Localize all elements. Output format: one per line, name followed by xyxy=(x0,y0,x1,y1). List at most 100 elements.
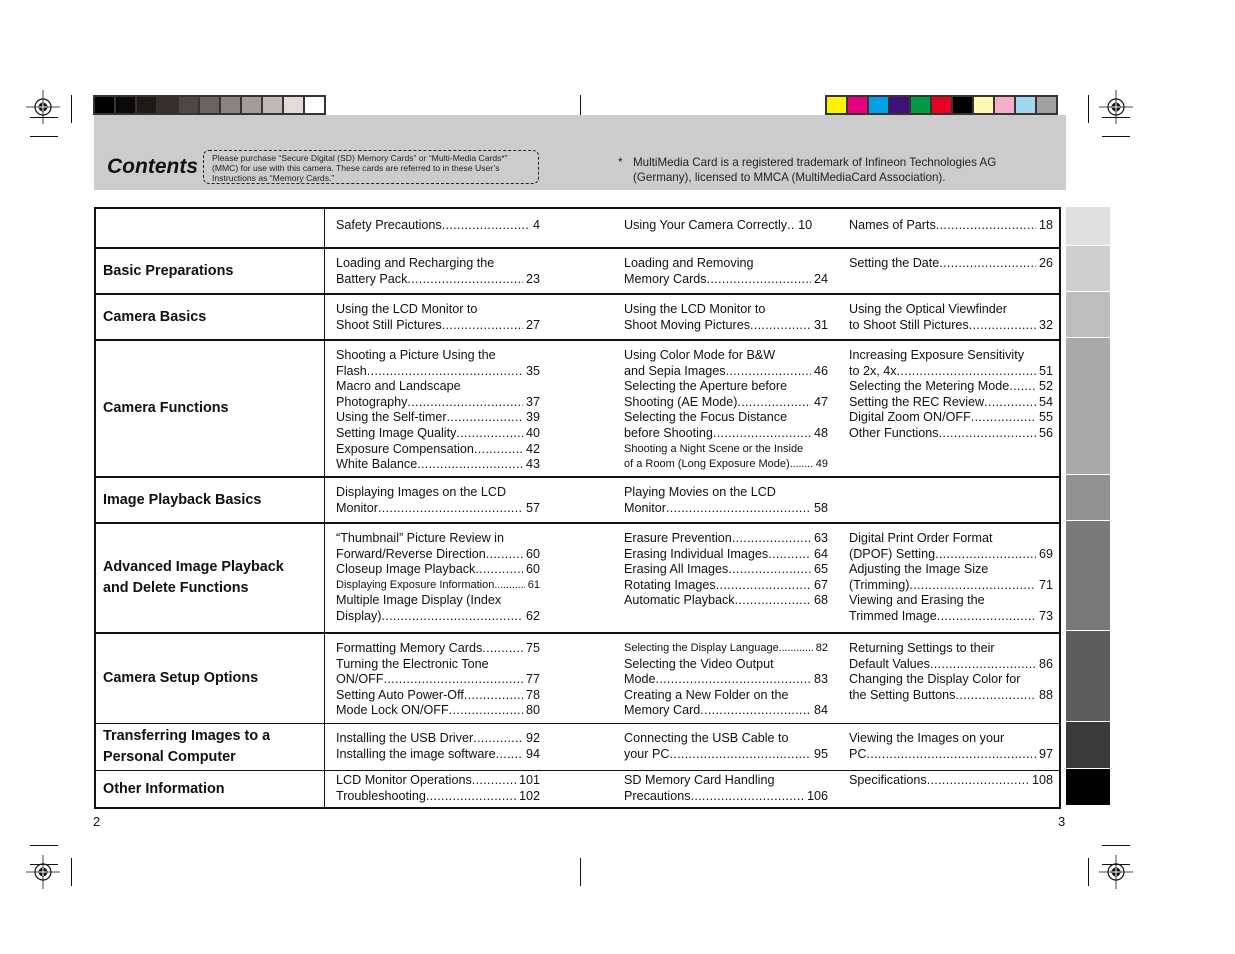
toc-entry[interactable]: Loading and Recharging theBattery Pack 23 xyxy=(336,256,540,287)
toc-entry[interactable]: Using the LCD Monitor to Shoot Still Pict… xyxy=(336,302,540,333)
toc-entry[interactable]: Digital Print Order Format (DPOF) Setting… xyxy=(849,531,1053,562)
toc-entry[interactable]: Safety Precautions 4 xyxy=(336,218,540,234)
toc-entry[interactable]: Erasing All Images 65 xyxy=(624,562,828,578)
toc-entry[interactable]: Macro and LandscapePhotography 37 xyxy=(336,379,540,410)
toc-entry[interactable]: Erasing Individual Images 64 xyxy=(624,547,828,563)
toc-entry[interactable]: Setting the Date 26 xyxy=(849,256,1053,272)
toc-entry[interactable]: Viewing and Erasing theTrimmed Image 73 xyxy=(849,593,1053,624)
toc-entry[interactable]: Playing Movies on the LCDMonitor 58 xyxy=(624,485,828,516)
toc-entry[interactable]: Using Your Camera Correctly 10 xyxy=(624,218,828,234)
crop-line xyxy=(30,117,58,118)
page-number-left: 2 xyxy=(93,814,101,829)
toc-entry[interactable]: Specifications 108 xyxy=(849,773,1053,789)
toc-row: Basic Preparations Loading and Recharging… xyxy=(96,247,1059,293)
toc-entry[interactable]: Changing the Display Color for the Settin… xyxy=(849,672,1053,703)
toc-entry[interactable]: Installing the USB Driver 92 xyxy=(336,731,540,747)
toc-entry-line: Using the Optical Viewfinder xyxy=(849,302,1007,316)
toc-entry[interactable]: Viewing the Images on yourPC 97 xyxy=(849,731,1053,762)
toc-entry[interactable]: Selecting the Focus Distance before Shoot… xyxy=(624,410,828,441)
toc-entry[interactable]: Setting Auto Power-Off 78 xyxy=(336,688,540,704)
toc-entry-title-row: Monitor 58 xyxy=(624,501,828,517)
section-tab[interactable] xyxy=(1066,475,1110,521)
toc-entry[interactable]: Formatting Memory Cards 75 xyxy=(336,641,540,657)
toc-entry-title: Digital Zoom ON/OFF xyxy=(849,410,971,425)
toc-entry[interactable]: Selecting the Aperture before Shooting (A… xyxy=(624,379,828,410)
toc-entry[interactable]: Selecting the Metering Mode 52 xyxy=(849,379,1053,395)
section-heading[interactable] xyxy=(96,209,325,247)
toc-entry[interactable]: Using the Self-timer 39 xyxy=(336,410,540,426)
registration-mark-icon xyxy=(1099,855,1133,889)
toc-entry[interactable]: Erasure Prevention 63 xyxy=(624,531,828,547)
toc-entry-title: Safety Precautions xyxy=(336,218,442,233)
toc-entry[interactable]: Exposure Compensation 42 xyxy=(336,442,540,458)
section-tab[interactable] xyxy=(1066,292,1110,338)
section-tab[interactable] xyxy=(1066,338,1110,475)
toc-entry[interactable]: Connecting the USB Cable toyour PC 95 xyxy=(624,731,828,762)
section-tab[interactable] xyxy=(1066,521,1110,631)
page-reference: 73 xyxy=(1038,608,1053,623)
toc-entry-title-row: (Trimming) 71 xyxy=(849,578,1053,594)
toc-entry[interactable]: Displaying Images on the LCDMonitor 57 xyxy=(336,485,540,516)
toc-entry[interactable]: SD Memory Card HandlingPrecautions 106 xyxy=(624,773,828,804)
toc-entry[interactable]: Names of Parts 18 xyxy=(849,218,1053,234)
toc-entry[interactable]: Shooting a Night Scene or the Inside of a… xyxy=(624,442,828,473)
toc-entry-title-row: Shoot Moving Pictures 31 xyxy=(624,318,828,334)
toc-entry[interactable]: Digital Zoom ON/OFF 55 xyxy=(849,410,1053,426)
color-swatch xyxy=(890,97,909,113)
toc-entry[interactable]: Using Color Mode for B&W and Sepia Images… xyxy=(624,348,828,379)
toc-entry-title: LCD Monitor Operations xyxy=(336,773,472,787)
toc-entry-title-row: Memory Cards 24 xyxy=(624,272,828,288)
section-tab[interactable] xyxy=(1066,207,1110,246)
toc-entry-line: Selecting the Video Output xyxy=(624,656,774,671)
toc-entry-title: Display) xyxy=(336,608,382,623)
page-reference: 4 xyxy=(532,218,540,233)
toc-entry[interactable]: Creating a New Folder on theMemory Card 8… xyxy=(624,688,828,719)
section-heading[interactable]: Transferring Images to a Personal Comput… xyxy=(96,724,325,770)
section-heading[interactable]: Other Information xyxy=(96,771,325,807)
dot-leader xyxy=(407,395,523,411)
toc-entry-title-row: Using the Self-timer 39 xyxy=(336,410,540,426)
toc-entry[interactable]: Automatic Playback 68 xyxy=(624,593,828,609)
section-heading[interactable]: Camera Setup Options xyxy=(96,634,325,723)
toc-entry[interactable]: Loading and RemovingMemory Cards 24 xyxy=(624,256,828,287)
section-tab[interactable] xyxy=(1066,246,1110,292)
section-tab[interactable] xyxy=(1066,631,1110,722)
section-tab[interactable] xyxy=(1066,769,1110,806)
section-heading[interactable]: Camera Basics xyxy=(96,295,325,339)
toc-entry-line: Selecting the Focus Distance xyxy=(624,410,788,425)
toc-entry[interactable]: Using the Optical Viewfinder to Shoot Sti… xyxy=(849,302,1053,333)
page-reference: 68 xyxy=(813,593,828,608)
toc-entry[interactable]: Shooting a Picture Using theFlash 35 xyxy=(336,348,540,379)
toc-entry[interactable]: Using the LCD Monitor to Shoot Moving Pic… xyxy=(624,302,828,333)
toc-entry[interactable]: Selecting the Video OutputMode 83 xyxy=(624,657,828,688)
section-heading[interactable]: Advanced Image Playback and Delete Funct… xyxy=(96,524,325,632)
toc-entry[interactable]: Rotating Images 67 xyxy=(624,578,828,594)
toc-column: SD Memory Card HandlingPrecautions 106 xyxy=(624,773,828,804)
toc-entry[interactable]: LCD Monitor Operations 101 xyxy=(336,773,540,789)
toc-entry[interactable]: Adjusting the Image Size(Trimming) 71 xyxy=(849,562,1053,593)
toc-entry[interactable]: Increasing Exposure Sensitivity to 2x, 4x… xyxy=(849,348,1053,379)
toc-column: Using the LCD Monitor to Shoot Moving Pic… xyxy=(624,302,828,333)
toc-entry[interactable]: Other Functions 56 xyxy=(849,426,1053,442)
toc-entry[interactable]: Setting Image Quality 40 xyxy=(336,426,540,442)
toc-entry[interactable]: Closeup Image Playback 60 xyxy=(336,562,540,578)
toc-entry[interactable]: Selecting the Display Language 82 xyxy=(624,641,828,657)
toc-entry-title: Using Your Camera Correctly xyxy=(624,218,788,233)
toc-entry[interactable]: “Thumbnail” Picture Review in Forward/Rev… xyxy=(336,531,540,562)
color-swatch xyxy=(848,97,867,113)
toc-entry[interactable]: Installing the image software 94 xyxy=(336,747,540,763)
toc-entry[interactable]: Mode Lock ON/OFF 80 xyxy=(336,703,540,719)
toc-entry[interactable]: Troubleshooting 102 xyxy=(336,789,540,805)
toc-entry[interactable]: Setting the REC Review 54 xyxy=(849,395,1053,411)
toc-entry[interactable]: Multiple Image Display (IndexDisplay) 62 xyxy=(336,593,540,624)
section-heading[interactable]: Camera Functions xyxy=(96,341,325,476)
color-swatch xyxy=(974,97,993,113)
toc-entry[interactable]: Returning Settings to their Default Value… xyxy=(849,641,1053,672)
toc-entry[interactable]: Displaying Exposure Information 61 xyxy=(336,578,540,594)
section-tab[interactable] xyxy=(1066,722,1110,769)
toc-entry[interactable]: White Balance 43 xyxy=(336,457,540,473)
section-heading[interactable]: Basic Preparations xyxy=(96,249,325,293)
page-reference: 75 xyxy=(525,641,540,655)
toc-entry[interactable]: Turning the Electronic ToneON/OFF 77 xyxy=(336,657,540,688)
section-heading[interactable]: Image Playback Basics xyxy=(96,478,325,522)
